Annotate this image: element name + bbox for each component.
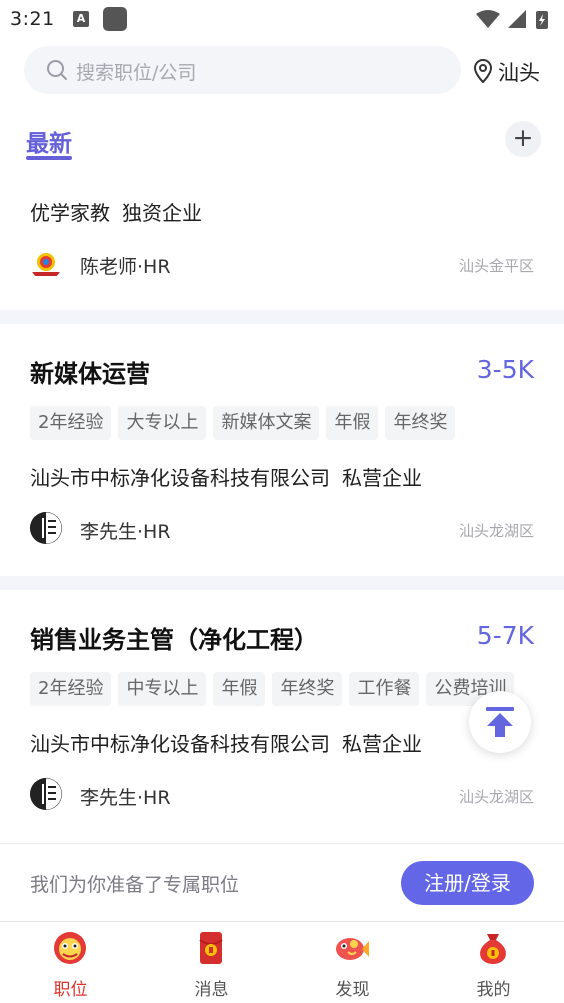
add-tab-button[interactable]: + [505, 121, 541, 157]
status-bar: 3:21 A [0, 0, 564, 40]
job-tag: 年假 [213, 672, 266, 706]
job-tag: 年终奖 [272, 672, 343, 706]
wifi-icon [476, 10, 500, 28]
company-logo [30, 248, 62, 280]
login-prompt: 我们为你准备了专属职位 [30, 874, 240, 896]
search-input[interactable]: 搜索职位/公司 [24, 46, 461, 94]
job-tag: 新媒体文案 [213, 406, 320, 440]
arrow-up-icon [486, 707, 514, 737]
nav-item-messages[interactable]: 消息 [141, 922, 282, 1003]
job-tag: 年假 [326, 406, 379, 440]
company-name: 汕头市中标净化设备科技有限公司 [30, 466, 330, 490]
fish-icon [336, 938, 369, 960]
tab-latest[interactable]: 最新 [26, 124, 72, 158]
location-city: 汕头 [498, 61, 540, 85]
hr-name: 李先生·HR [80, 521, 171, 543]
tag-row: 2年经验 大专以上 新媒体文案 年假 年终奖 [30, 406, 462, 440]
job-tag: 2年经验 [30, 672, 112, 706]
company-line: 汕头市中标净化设备科技有限公司 私营企业 [30, 728, 422, 757]
salary: 5-7K [476, 621, 534, 650]
nav-label: 职位 [53, 980, 88, 1000]
company-line: 优学家教 独资企业 [30, 197, 202, 226]
company-name: 优学家教 [30, 201, 110, 225]
nav-item-discover[interactable]: 发现 [282, 922, 423, 1003]
signal-icon [508, 10, 526, 28]
back-to-top-button[interactable] [469, 691, 531, 753]
location-pin-icon [473, 58, 493, 84]
app-notification-icon [103, 7, 127, 31]
register-login-button[interactable]: 注册/登录 [401, 861, 534, 905]
salary: 3-5K [476, 355, 534, 384]
job-title: 新媒体运营 [30, 360, 150, 388]
job-card[interactable]: 优学家教 独资企业 陈老师·HR 汕头金平区 [0, 170, 564, 310]
login-banner: 我们为你准备了专属职位 注册/登录 [0, 843, 564, 921]
red-envelope-icon [199, 932, 223, 964]
search-placeholder: 搜索职位/公司 [76, 62, 197, 84]
hr-avatar [30, 512, 62, 544]
job-title: 销售业务主管（净化工程） [30, 626, 318, 654]
card-divider [0, 310, 564, 324]
company-name: 汕头市中标净化设备科技有限公司 [30, 732, 330, 756]
tag-row: 2年经验 中专以上 年假 年终奖 工作餐 公费培训 [30, 672, 521, 706]
job-tag: 中专以上 [118, 672, 207, 706]
nav-item-jobs[interactable]: 职位 [0, 922, 141, 1003]
district: 汕头龙湖区 [458, 788, 534, 806]
location-selector[interactable]: 汕头 [473, 56, 553, 86]
job-tag: 工作餐 [349, 672, 420, 706]
district: 汕头金平区 [458, 257, 534, 275]
status-time: 3:21 [10, 8, 55, 30]
card-divider [0, 576, 564, 590]
money-bag-icon [480, 934, 506, 964]
nav-label: 我的 [476, 980, 511, 1000]
job-tag: 大专以上 [118, 406, 207, 440]
company-type: 私营企业 [342, 732, 422, 756]
status-icons [474, 8, 554, 30]
nav-label: 发现 [335, 980, 370, 1000]
company-line: 汕头市中标净化设备科技有限公司 私营企业 [30, 462, 422, 491]
ime-icon: A [73, 11, 89, 27]
hr-name: 李先生·HR [80, 787, 171, 809]
job-tag: 年终奖 [385, 406, 456, 440]
search-icon [47, 60, 67, 80]
lion-dance-icon [54, 932, 86, 964]
district: 汕头龙湖区 [458, 522, 534, 540]
nav-item-profile[interactable]: 我的 [423, 922, 564, 1003]
job-tag: 2年经验 [30, 406, 112, 440]
hr-avatar [30, 778, 62, 810]
company-type: 独资企业 [122, 201, 202, 225]
tab-underline [26, 156, 72, 160]
hr-name: 陈老师·HR [80, 256, 171, 278]
bottom-nav: 职位 消息 发现 我的 [0, 921, 564, 1003]
job-card[interactable]: 新媒体运营 3-5K 2年经验 大专以上 新媒体文案 年假 年终奖 汕头市中标净化设备科… [0, 324, 564, 576]
company-type: 私营企业 [342, 466, 422, 490]
nav-label: 消息 [194, 980, 229, 1000]
